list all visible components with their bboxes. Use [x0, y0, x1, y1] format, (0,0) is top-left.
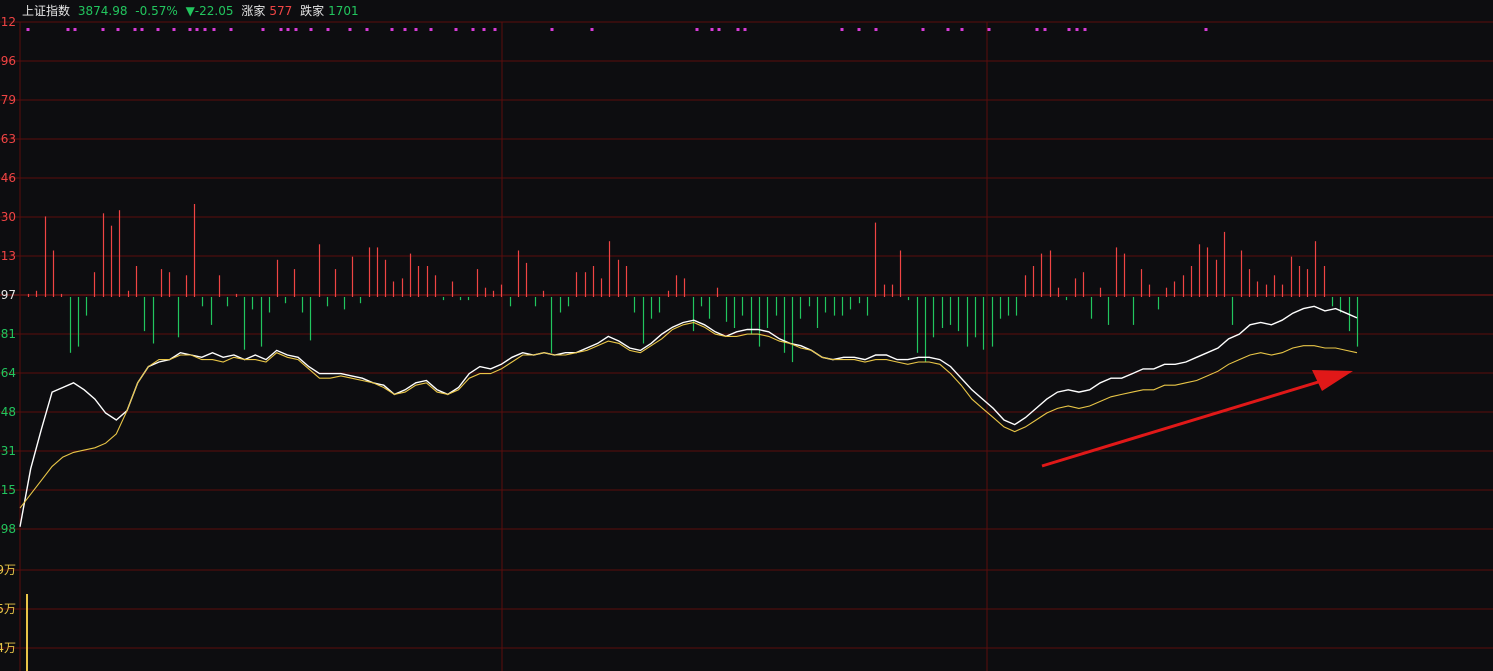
- signal-dot: [26, 28, 30, 31]
- signal-dot: [73, 28, 77, 31]
- signal-dot: [116, 28, 120, 31]
- signal-dot: [1043, 28, 1047, 31]
- average-line: [19, 321, 1358, 509]
- signal-dot: [454, 28, 458, 31]
- y-axis-labels: 012 996 979 963 946 930 913 897 881 864 848 831 815 7…: [0, 15, 16, 655]
- price-line: [19, 305, 1358, 527]
- trend-arrow: [1041, 370, 1353, 468]
- signal-dot: [365, 28, 369, 31]
- signal-dot: [188, 28, 192, 31]
- signal-dot: [279, 28, 283, 31]
- signal-dot: [710, 28, 714, 31]
- signal-dot: [172, 28, 176, 31]
- signal-dot: [1035, 28, 1039, 31]
- price-lines: [19, 305, 1358, 527]
- arrow-head: [1312, 370, 1353, 391]
- signal-dot: [66, 28, 70, 31]
- signal-dot: [874, 28, 878, 31]
- signal-dot: [133, 28, 137, 31]
- signal-dot: [309, 28, 313, 31]
- price-tick-label: 946: [0, 171, 16, 185]
- signal-dot: [1075, 28, 1079, 31]
- signal-dot: [390, 28, 394, 31]
- price-tick-label: 979: [0, 93, 16, 107]
- signal-dot: [286, 28, 290, 31]
- volume-tick-label: 4万: [0, 641, 16, 655]
- volume-bar: [26, 594, 28, 671]
- signal-dot: [348, 28, 352, 31]
- signal-dot: [840, 28, 844, 31]
- signal-dot: [590, 28, 594, 31]
- signal-dot: [414, 28, 418, 31]
- volume-tick-label: 5万: [0, 602, 16, 616]
- price-tick-label: 881: [0, 327, 16, 341]
- signal-dot: [482, 28, 486, 31]
- signal-dot: [203, 28, 207, 31]
- price-tick-label: 996: [0, 54, 16, 68]
- signal-dot: [101, 28, 105, 31]
- price-tick-label: 815: [0, 483, 16, 497]
- price-tick-label: 864: [0, 366, 16, 380]
- signal-dot: [429, 28, 433, 31]
- signal-dot: [1204, 28, 1208, 31]
- intraday-chart: 012 996 979 963 946 930 913 897 881 864 848 831 815 7…: [0, 15, 1493, 671]
- price-tick-label: 930: [0, 210, 16, 224]
- signal-dot: [261, 28, 265, 31]
- signal-dot: [695, 28, 699, 31]
- signal-dot: [946, 28, 950, 31]
- signal-dot: [1083, 28, 1087, 31]
- signal-dot: [987, 28, 991, 31]
- signal-dot: [403, 28, 407, 31]
- signal-dot: [195, 28, 199, 31]
- price-tick-label: 963: [0, 132, 16, 146]
- signal-dot: [212, 28, 216, 31]
- chart-grid: [0, 21, 1493, 671]
- price-tick-label: 848: [0, 405, 16, 419]
- signal-dot: [471, 28, 475, 31]
- signal-dot: [294, 28, 298, 31]
- signal-dot: [140, 28, 144, 31]
- signal-dot: [550, 28, 554, 31]
- signal-dot: [743, 28, 747, 31]
- signal-dots: [26, 28, 1208, 31]
- breadth-bars: [27, 204, 1359, 363]
- arrow-shaft: [1041, 378, 1326, 468]
- volume-tick-label: 9万: [0, 563, 16, 577]
- signal-dot: [229, 28, 233, 31]
- price-tick-label: 012: [0, 15, 16, 29]
- price-tick-label: 913: [0, 249, 16, 263]
- price-tick-label: 798: [0, 522, 16, 536]
- signal-dot: [960, 28, 964, 31]
- volume-panel: [26, 594, 28, 671]
- signal-dot: [717, 28, 721, 31]
- signal-dot: [921, 28, 925, 31]
- signal-dot: [857, 28, 861, 31]
- price-tick-label: 897: [0, 288, 16, 302]
- signal-dot: [493, 28, 497, 31]
- signal-dot: [326, 28, 330, 31]
- signal-dot: [1067, 28, 1071, 31]
- signal-dot: [736, 28, 740, 31]
- price-tick-label: 831: [0, 444, 16, 458]
- signal-dot: [156, 28, 160, 31]
